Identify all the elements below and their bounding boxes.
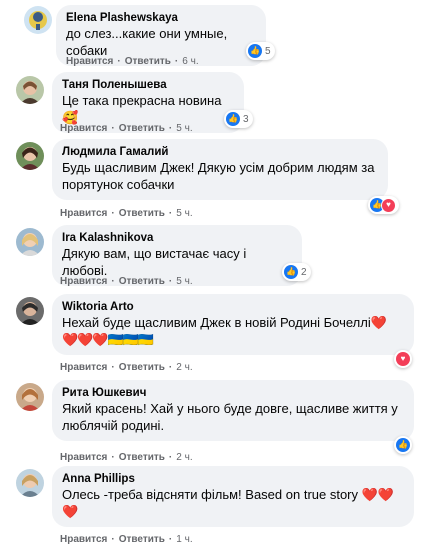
separator-dot: · [174,56,179,67]
separator-dot: · [168,534,173,545]
comment-actions: Нравится · Ответить · 2 ч. [60,362,193,374]
like-reaction-icon: 👍 [284,265,298,279]
comment-author[interactable]: Рита Юшкевич [62,386,404,400]
comment-time[interactable]: 2 ч. [176,362,192,374]
avatar[interactable] [16,383,44,411]
comment-time[interactable]: 1 ч. [176,534,192,546]
emoji-line: ❤️ [62,504,78,519]
comment-time[interactable]: 6 ч. [182,56,198,68]
reply-link[interactable]: Ответить [119,534,165,546]
avatar[interactable] [16,228,44,256]
reaction-count: 2 [301,266,307,278]
reaction-summary[interactable]: ♥ [394,350,412,368]
comment-author[interactable]: Ira Kalashnikova [62,231,292,245]
avatar[interactable] [16,297,44,325]
separator-dot: · [168,452,173,463]
separator-dot: · [168,123,173,134]
separator-dot: · [111,362,115,373]
comment-thread: Elena Plashewskaya до слез...какие они у… [0,0,428,548]
comment-bubble: Anna Phillips Олесь -треба відсняти філь… [52,466,414,527]
like-link[interactable]: Нравится [60,123,107,135]
like-link[interactable]: Нравится [60,362,107,374]
separator-dot: · [168,276,173,287]
reaction-summary[interactable]: 👍 3 [224,110,253,128]
reaction-count: 5 [265,45,271,57]
like-link[interactable]: Нравится [60,452,107,464]
comment-text: Який красень! Хай у нього буде довге, ща… [62,401,398,433]
comment-time[interactable]: 5 ч. [176,208,192,220]
reaction-summary[interactable]: 👍 ♥ [368,196,399,214]
comment-author[interactable]: Wiktoria Arto [62,300,404,314]
comment-author[interactable]: Anna Phillips [62,472,404,486]
comment-author[interactable]: Людмила Гамалий [62,145,378,159]
separator-dot: · [111,534,115,545]
reply-link[interactable]: Ответить [119,208,165,220]
comment-text: Дякую вам, що вистачає часу і любові. [62,246,247,278]
love-reaction-icon: ♥ [381,197,396,213]
comment-text: Олесь -треба відсняти фільм! Based on tr… [62,487,394,502]
separator-dot: · [117,56,121,67]
comment-actions: Нравится · Ответить · 5 ч. [60,208,193,220]
avatar[interactable] [16,76,44,104]
comment-text: Нехай буде щасливим Джек в новій Родині … [62,315,387,330]
comment-time[interactable]: 5 ч. [176,123,192,135]
like-reaction-icon: 👍 [396,438,410,452]
love-reaction-icon: ♥ [396,352,410,366]
comment-text: до слез...какие они умные, собаки [66,26,228,58]
separator-dot: · [111,276,115,287]
emoji-line: ❤️❤️❤️🇺🇦🇺🇦🇺🇦 [62,332,154,347]
like-link[interactable]: Нравится [60,276,107,288]
reaction-summary[interactable]: 👍 [394,436,412,454]
like-link[interactable]: Нравится [66,56,113,68]
comment-author[interactable]: Таня Поленышева [62,78,234,92]
separator-dot: · [168,362,173,373]
like-reaction-icon: 👍 [226,112,240,126]
like-link[interactable]: Нравится [60,208,107,220]
comment-actions: Нравится · Ответить · 2 ч. [60,452,193,464]
reply-link[interactable]: Ответить [119,452,165,464]
separator-dot: · [168,208,173,219]
comment-time[interactable]: 5 ч. [176,276,192,288]
comment-time[interactable]: 2 ч. [176,452,192,464]
comment-bubble: Рита Юшкевич Який красень! Хай у нього б… [52,380,414,441]
comment-actions: Нравится · Ответить · 1 ч. [60,534,193,546]
reply-link[interactable]: Ответить [119,123,165,135]
reaction-summary[interactable]: 👍 2 [282,263,311,281]
comment-text: Це така прекрасна новина 🥰 [62,93,222,125]
comment-actions: Нравится · Ответить · 5 ч. [60,276,193,288]
comment-actions: Нравится · Ответить · 5 ч. [60,123,193,135]
comment-bubble: Wiktoria Arto Нехай буде щасливим Джек в… [52,294,414,355]
reaction-count: 3 [243,113,249,125]
like-link[interactable]: Нравится [60,534,107,546]
reply-link[interactable]: Ответить [119,362,165,374]
separator-dot: · [111,123,115,134]
separator-dot: · [111,452,115,463]
avatar[interactable] [16,469,44,497]
reaction-summary[interactable]: 👍 5 [246,42,275,60]
separator-dot: · [111,208,115,219]
avatar[interactable] [16,142,44,170]
like-reaction-icon: 👍 [248,44,262,58]
reply-link[interactable]: Ответить [125,56,171,68]
reply-link[interactable]: Ответить [119,276,165,288]
comment-text: Будь щасливим Джек! Дякую усім добрим лю… [62,160,375,192]
comment-bubble: Людмила Гамалий Будь щасливим Джек! Дяку… [52,139,388,200]
avatar[interactable] [24,6,52,34]
comment-actions: Нравится · Ответить · 6 ч. [66,56,199,68]
comment-author[interactable]: Elena Plashewskaya [66,11,256,25]
